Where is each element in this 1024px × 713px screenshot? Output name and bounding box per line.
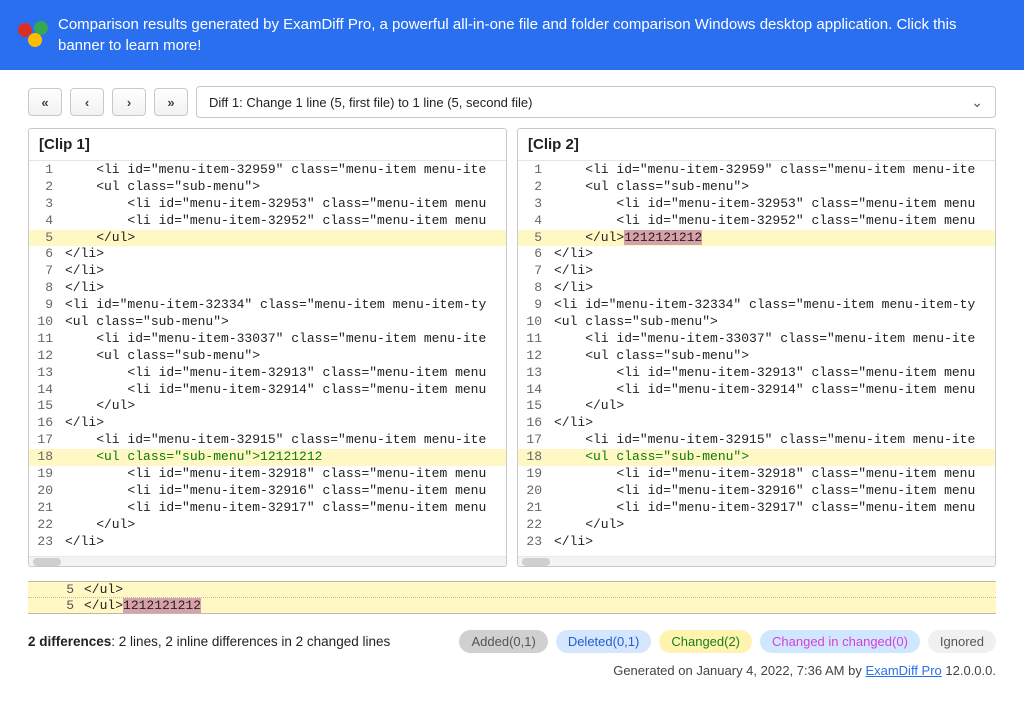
right-code-view[interactable]: 1 <li id="menu-item-32959" class="menu-i… (518, 161, 995, 556)
code-line[interactable]: 8</li> (29, 280, 506, 297)
code-line[interactable]: 11 <li id="menu-item-33037" class="menu-… (518, 331, 995, 348)
pill-changed[interactable]: Changed(2) (659, 630, 752, 653)
code-line[interactable]: 10<ul class="sub-menu"> (518, 314, 995, 331)
code-line[interactable]: 6</li> (518, 246, 995, 263)
code-line[interactable]: 11 <li id="menu-item-33037" class="menu-… (29, 331, 506, 348)
banner-text: Comparison results generated by ExamDiff… (58, 14, 1006, 56)
code-line[interactable]: 23</li> (29, 534, 506, 551)
first-diff-button[interactable]: « (28, 88, 62, 116)
code-line[interactable]: 8</li> (518, 280, 995, 297)
code-line[interactable]: 9<li id="menu-item-32334" class="menu-it… (518, 297, 995, 314)
code-line[interactable]: 2 <ul class="sub-menu"> (29, 179, 506, 196)
diff-toolbar: « ‹ › » Diff 1: Change 1 line (5, first … (0, 70, 1024, 128)
prev-diff-button[interactable]: ‹ (70, 88, 104, 116)
code-line[interactable]: 20 <li id="menu-item-32916" class="menu-… (29, 483, 506, 500)
generated-footer: Generated on January 4, 2022, 7:36 AM by… (0, 659, 1024, 688)
code-line[interactable]: 2 <ul class="sub-menu"> (518, 179, 995, 196)
inline-diff-row: 5 </ul>1212121212 (28, 597, 996, 614)
code-line[interactable]: 17 <li id="menu-item-32915" class="menu-… (518, 432, 995, 449)
code-line[interactable]: 1 <li id="menu-item-32959" class="menu-i… (518, 162, 995, 179)
diff-summary: 2 differences: 2 lines, 2 inline differe… (28, 634, 451, 649)
right-scrollbar[interactable] (518, 556, 995, 566)
code-line[interactable]: 19 <li id="menu-item-32918" class="menu-… (29, 466, 506, 483)
app-logo-icon (18, 21, 46, 49)
code-line[interactable]: 15 </ul> (29, 398, 506, 415)
left-code-view[interactable]: 1 <li id="menu-item-32959" class="menu-i… (29, 161, 506, 556)
left-pane-title: [Clip 1] (29, 129, 506, 161)
code-line[interactable]: 22 </ul> (518, 517, 995, 534)
code-line[interactable]: 4 <li id="menu-item-32952" class="menu-i… (518, 213, 995, 230)
code-line[interactable]: 18 <ul class="sub-menu"> (518, 449, 995, 466)
code-line[interactable]: 3 <li id="menu-item-32953" class="menu-i… (518, 196, 995, 213)
code-line[interactable]: 19 <li id="menu-item-32918" class="menu-… (518, 466, 995, 483)
code-line[interactable]: 12 <ul class="sub-menu"> (29, 348, 506, 365)
promo-banner[interactable]: Comparison results generated by ExamDiff… (0, 0, 1024, 70)
inline-diff-view: 5 </ul>5 </ul>1212121212 (28, 581, 996, 614)
pill-ignored[interactable]: Ignored (928, 630, 996, 653)
pill-changed-in-changed[interactable]: Changed in changed(0) (760, 630, 920, 653)
code-line[interactable]: 17 <li id="menu-item-32915" class="menu-… (29, 432, 506, 449)
chevron-down-icon: ⌄ (971, 94, 983, 111)
code-line[interactable]: 9<li id="menu-item-32334" class="menu-it… (29, 297, 506, 314)
code-line[interactable]: 6</li> (29, 246, 506, 263)
code-line[interactable]: 18 <ul class="sub-menu">12121212 (29, 449, 506, 466)
code-line[interactable]: 14 <li id="menu-item-32914" class="menu-… (518, 382, 995, 399)
code-line[interactable]: 14 <li id="menu-item-32914" class="menu-… (29, 382, 506, 399)
code-line[interactable]: 13 <li id="menu-item-32913" class="menu-… (29, 365, 506, 382)
examdiff-link[interactable]: ExamDiff Pro (865, 663, 941, 678)
code-line[interactable]: 15 </ul> (518, 398, 995, 415)
footer-bar: 2 differences: 2 lines, 2 inline differe… (0, 622, 1024, 659)
code-line[interactable]: 10<ul class="sub-menu"> (29, 314, 506, 331)
right-pane: [Clip 2] 1 <li id="menu-item-32959" clas… (517, 128, 996, 567)
left-pane: [Clip 1] 1 <li id="menu-item-32959" clas… (28, 128, 507, 567)
code-line[interactable]: 7</li> (518, 263, 995, 280)
code-line[interactable]: 5 </ul> (29, 230, 506, 247)
code-line[interactable]: 5 </ul>1212121212 (518, 230, 995, 247)
code-line[interactable]: 21 <li id="menu-item-32917" class="menu-… (518, 500, 995, 517)
code-line[interactable]: 7</li> (29, 263, 506, 280)
code-line[interactable]: 13 <li id="menu-item-32913" class="menu-… (518, 365, 995, 382)
code-line[interactable]: 23</li> (518, 534, 995, 551)
diff-selector-dropdown[interactable]: Diff 1: Change 1 line (5, first file) to… (196, 86, 996, 118)
code-line[interactable]: 4 <li id="menu-item-32952" class="menu-i… (29, 213, 506, 230)
code-line[interactable]: 3 <li id="menu-item-32953" class="menu-i… (29, 196, 506, 213)
code-line[interactable]: 12 <ul class="sub-menu"> (518, 348, 995, 365)
right-pane-title: [Clip 2] (518, 129, 995, 161)
next-diff-button[interactable]: › (112, 88, 146, 116)
pill-added[interactable]: Added(0,1) (459, 630, 547, 653)
code-line[interactable]: 1 <li id="menu-item-32959" class="menu-i… (29, 162, 506, 179)
code-line[interactable]: 16</li> (29, 415, 506, 432)
diff-selector-label: Diff 1: Change 1 line (5, first file) to… (209, 95, 532, 110)
code-line[interactable]: 16</li> (518, 415, 995, 432)
inline-diff-row: 5 </ul> (28, 581, 996, 597)
pill-deleted[interactable]: Deleted(0,1) (556, 630, 652, 653)
last-diff-button[interactable]: » (154, 88, 188, 116)
code-line[interactable]: 20 <li id="menu-item-32916" class="menu-… (518, 483, 995, 500)
compare-panes: [Clip 1] 1 <li id="menu-item-32959" clas… (0, 128, 1024, 567)
code-line[interactable]: 21 <li id="menu-item-32917" class="menu-… (29, 500, 506, 517)
code-line[interactable]: 22 </ul> (29, 517, 506, 534)
left-scrollbar[interactable] (29, 556, 506, 566)
